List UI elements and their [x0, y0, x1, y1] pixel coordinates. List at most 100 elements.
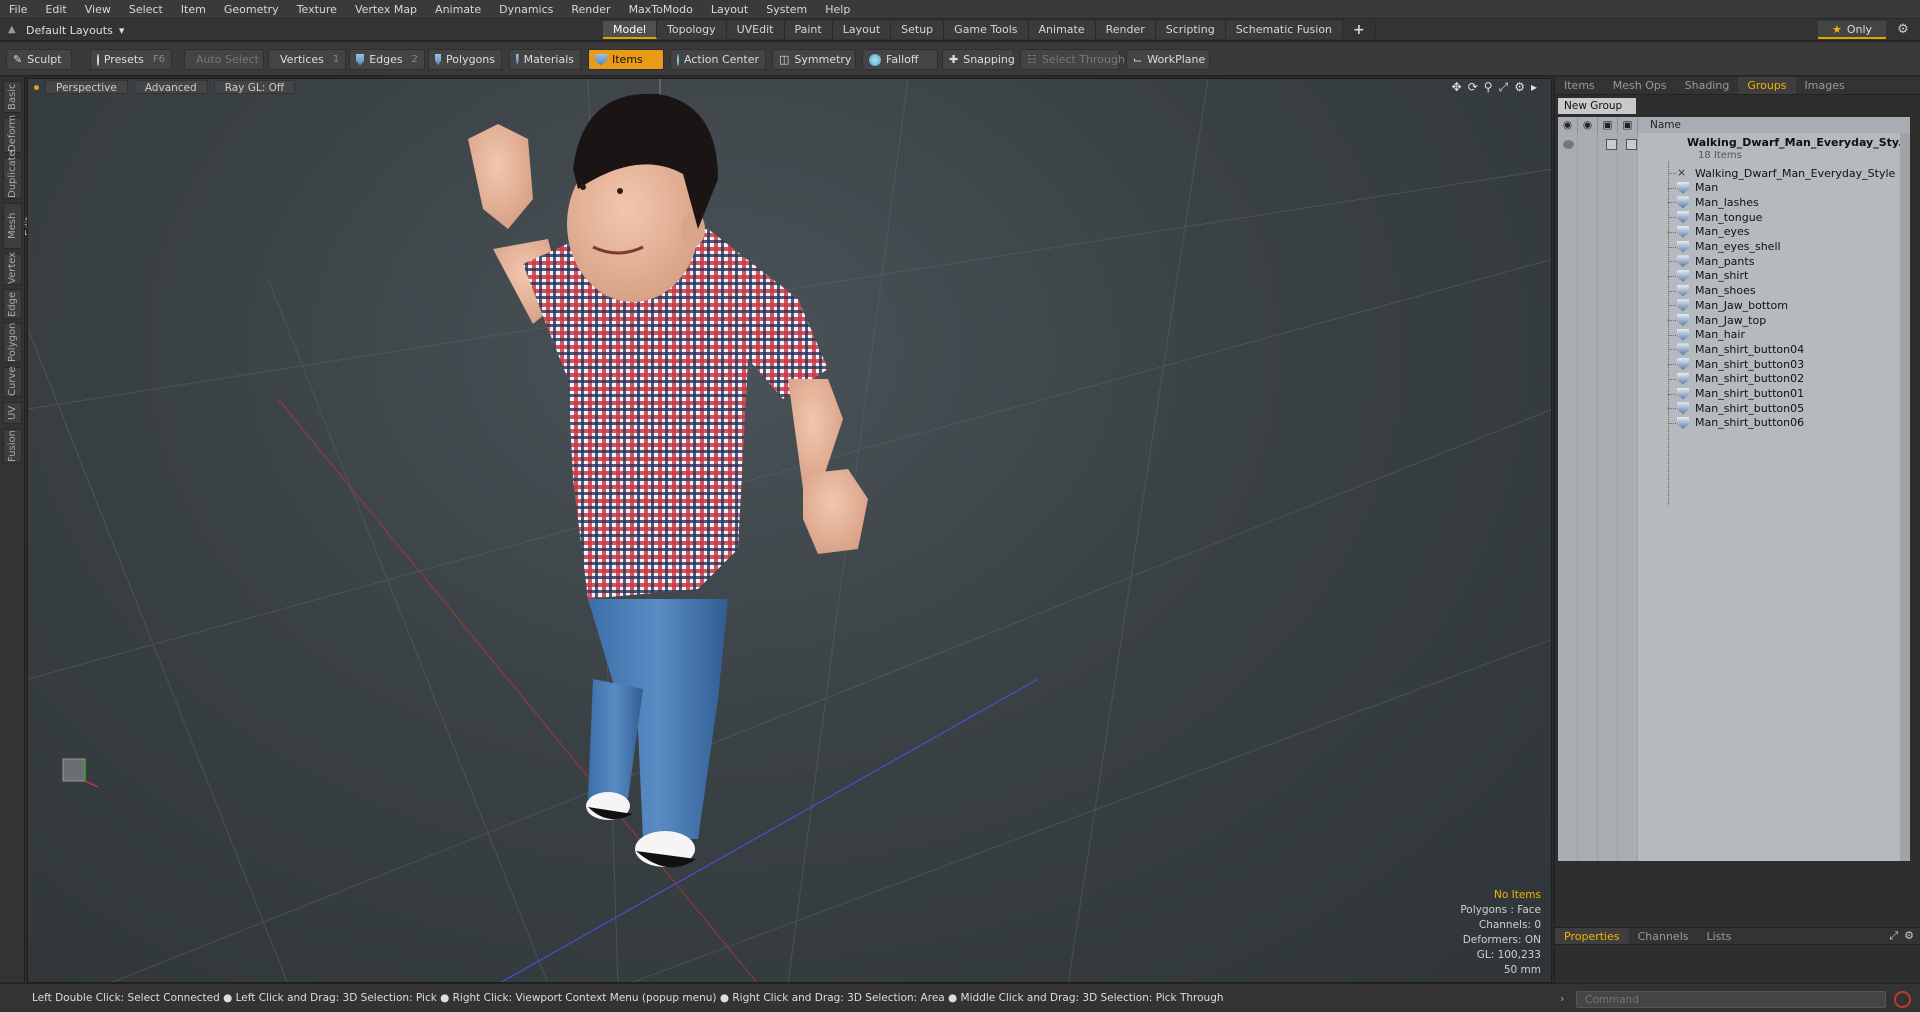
tab-game-tools[interactable]: Game Tools: [944, 21, 1029, 39]
menu-item-file[interactable]: File: [0, 3, 36, 16]
left-tab-vertex[interactable]: Vertex: [3, 252, 22, 285]
axis-gizmo: [62, 758, 99, 788]
properties-tab-channels[interactable]: Channels: [1629, 928, 1698, 944]
workplane-button[interactable]: ⌙ WorkPlane: [1126, 49, 1210, 70]
sculpt-button[interactable]: ✎ Sculpt: [6, 49, 72, 70]
view-mode-button[interactable]: Perspective: [45, 80, 128, 94]
tab-scripting[interactable]: Scripting: [1155, 21, 1226, 39]
menu-item-item[interactable]: Item: [172, 3, 215, 16]
falloff-button[interactable]: Falloff: [862, 49, 938, 70]
select-through-button[interactable]: ☷ Select Through: [1020, 49, 1125, 70]
presets-label: Presets: [103, 53, 144, 66]
zoom-icon[interactable]: ⚲: [1484, 80, 1493, 95]
tab-setup[interactable]: Setup: [891, 21, 945, 39]
items-button[interactable]: Items: [588, 49, 664, 70]
left-tab-fusion[interactable]: Fusion: [3, 429, 22, 463]
polygons-button[interactable]: Polygons: [428, 49, 502, 70]
3d-viewport[interactable]: Perspective Advanced Ray GL: Off ✥ ⟳ ⚲ ⤢…: [27, 78, 1552, 983]
properties-icons: ⤢ ⚙: [1889, 929, 1914, 943]
eye-icon[interactable]: [1563, 140, 1574, 149]
menu-item-edit[interactable]: Edit: [36, 3, 75, 16]
tab-layout[interactable]: Layout: [832, 21, 892, 39]
viewport-gear-icon[interactable]: ⚙: [1514, 80, 1525, 95]
menu-item-render[interactable]: Render: [562, 3, 619, 16]
left-tab-polygon[interactable]: Polygon: [3, 323, 22, 363]
menu-item-vertex-map[interactable]: Vertex Map: [346, 3, 426, 16]
tab-uvedit[interactable]: UVEdit: [726, 21, 785, 39]
rotate-icon[interactable]: ⟳: [1468, 80, 1478, 95]
tree-row[interactable]: Man_shirt_button06: [1558, 414, 1910, 432]
left-tab-duplicate[interactable]: Duplicate: [3, 150, 22, 199]
menu-item-geometry[interactable]: Geometry: [215, 3, 288, 16]
properties-tab-lists[interactable]: Lists: [1698, 928, 1741, 944]
layout-dropdown[interactable]: ▲ Default Layouts ▾: [8, 22, 124, 38]
menu-item-animate[interactable]: Animate: [426, 3, 490, 16]
left-tab-deform[interactable]: Deform: [3, 115, 22, 153]
tree-root-group[interactable]: Walking_Dwarf_Man_Everyday_Sty... 18 Ite…: [1558, 135, 1910, 165]
falloff-icon: [869, 53, 881, 66]
symmetry-button[interactable]: ◫ Symmetry: [772, 49, 856, 70]
new-group-button[interactable]: New Group: [1558, 98, 1636, 114]
panel-tab-images[interactable]: Images: [1796, 77, 1854, 94]
vertices-button[interactable]: Vertices 1: [268, 49, 346, 70]
shading-style-button[interactable]: Advanced: [133, 80, 208, 94]
tree-header: ◉ ◉ ▣ ▣ Name: [1558, 117, 1910, 133]
action-center-button[interactable]: Action Center: [670, 49, 766, 70]
raygl-button[interactable]: Ray GL: Off: [213, 80, 296, 94]
tab-model[interactable]: Model: [603, 21, 658, 39]
command-record-icon[interactable]: [1894, 991, 1911, 1008]
only-button[interactable]: ★ Only: [1818, 21, 1886, 39]
menu-item-dynamics[interactable]: Dynamics: [490, 3, 562, 16]
name-column-header[interactable]: Name: [1638, 119, 1681, 131]
menu-item-maxtomodo[interactable]: MaxToModo: [620, 3, 702, 16]
maximize-icon[interactable]: ⤢: [1499, 80, 1509, 95]
command-input[interactable]: [1576, 991, 1886, 1008]
presets-button[interactable]: Presets F6: [90, 49, 172, 70]
add-tab-button[interactable]: +: [1343, 21, 1376, 39]
pan-icon[interactable]: ✥: [1452, 80, 1462, 95]
tree-row-label: Man_pants: [1695, 254, 1755, 268]
command-arrow-icon: ›: [1560, 992, 1565, 1005]
tree-scrollbar[interactable]: [1900, 133, 1910, 861]
tab-render[interactable]: Render: [1095, 21, 1156, 39]
lock-checkbox[interactable]: [1606, 139, 1617, 150]
expand-icon[interactable]: ⤢: [1889, 929, 1898, 943]
right-panel-tabs: Items Mesh Ops Shading Groups Images: [1555, 77, 1920, 95]
materials-button[interactable]: Materials: [509, 49, 581, 70]
left-tab-basic[interactable]: Basic: [3, 81, 22, 113]
auto-select-button[interactable]: Auto Select: [184, 49, 264, 70]
render-col-icon[interactable]: ◉: [1578, 117, 1598, 133]
mesh-icon: [1677, 196, 1689, 209]
panel-tab-mesh-ops[interactable]: Mesh Ops: [1604, 77, 1676, 94]
panel-tab-shading[interactable]: Shading: [1676, 77, 1739, 94]
left-tab-edge[interactable]: Edge: [3, 289, 22, 319]
expand-arrow-icon[interactable]: ▸: [1531, 80, 1537, 95]
edges-button[interactable]: Edges 2: [349, 49, 425, 70]
select-checkbox[interactable]: [1626, 139, 1637, 150]
menu-item-help[interactable]: Help: [816, 3, 859, 16]
menu-item-texture[interactable]: Texture: [288, 3, 346, 16]
properties-gear-icon[interactable]: ⚙: [1904, 929, 1914, 943]
panel-tab-items[interactable]: Items: [1555, 77, 1604, 94]
menu-item-select[interactable]: Select: [120, 3, 172, 16]
left-tab-uv[interactable]: UV: [3, 402, 22, 424]
tab-animate[interactable]: Animate: [1028, 21, 1096, 39]
menu-item-system[interactable]: System: [757, 3, 816, 16]
select-col-icon[interactable]: ▣: [1618, 117, 1638, 133]
lock-col-icon[interactable]: ▣: [1598, 117, 1618, 133]
action-center-icon: [677, 53, 680, 66]
menu-item-view[interactable]: View: [76, 3, 120, 16]
panel-tab-groups[interactable]: Groups: [1738, 77, 1796, 94]
tab-topology[interactable]: Topology: [657, 21, 727, 39]
select-through-label: Select Through: [1041, 53, 1125, 66]
tab-schematic-fusion[interactable]: Schematic Fusion: [1225, 21, 1344, 39]
snapping-button[interactable]: ✚ Snapping: [942, 49, 1015, 70]
left-tab-curve[interactable]: Curve: [3, 366, 22, 397]
left-tab-mesh-edit[interactable]: Mesh Edit: [3, 203, 35, 249]
tab-paint[interactable]: Paint: [784, 21, 833, 39]
properties-tab-properties[interactable]: Properties: [1555, 928, 1629, 944]
visibility-col-icon[interactable]: ◉: [1558, 117, 1578, 133]
mesh-icon: [1677, 328, 1689, 341]
gear-icon[interactable]: ⚙: [1894, 21, 1912, 39]
menu-item-layout[interactable]: Layout: [702, 3, 757, 16]
